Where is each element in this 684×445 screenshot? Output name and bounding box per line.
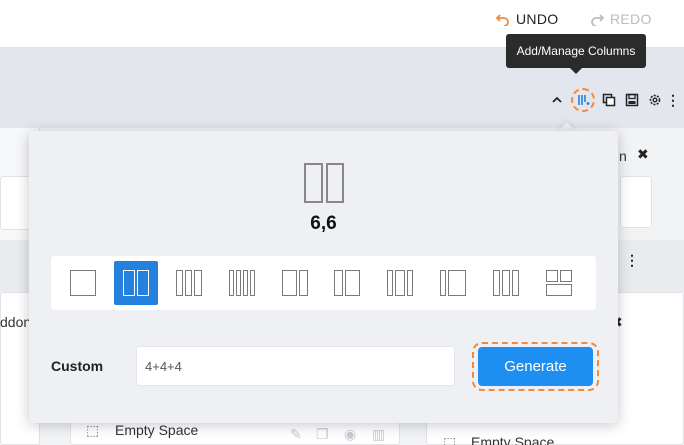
undo-button[interactable]: UNDO [496,11,558,27]
eye-icon[interactable]: ◉ [344,426,356,443]
bg-fragment-text: n [619,148,627,164]
tools-icon[interactable]: ✖ [637,146,649,163]
redo-label: REDO [610,11,652,27]
custom-layout-input[interactable] [136,346,455,386]
layout-options [51,256,596,310]
edit-icon[interactable]: ✎ [290,426,302,443]
empty-space-label: Empty Space [471,434,555,445]
tooltip: Add/Manage Columns [506,34,646,74]
row-toolbar: ⋮ [548,88,680,112]
trash-icon[interactable]: ▥ [372,426,385,443]
layout-option-12[interactable] [61,261,105,305]
gear-icon[interactable] [646,91,664,109]
copy-icon[interactable]: ❐ [316,426,329,443]
bg-card [620,176,652,228]
generate-highlight: Generate [472,342,599,391]
layout-option-6-6[interactable] [113,261,158,305]
layout-option-4-4-4[interactable] [167,261,211,305]
layout-preview-label: 6,6 [310,213,337,234]
layout-option-4-8[interactable] [325,261,369,305]
redo-button[interactable]: REDO [590,11,652,27]
undo-icon [496,14,509,26]
bg-addon-text: ddon [0,314,32,330]
empty-space-icon: ⬚ [443,434,457,445]
layout-option-3-6-3[interactable] [378,261,422,305]
column-layout-popup: 6,6 Custom 4+4+4 Generate [29,131,618,423]
save-icon[interactable] [623,91,641,109]
layout-option-4-4-4-b[interactable] [484,261,528,305]
layout-preview-icon [304,163,344,203]
layout-option-grid[interactable] [537,261,581,305]
more-icon[interactable]: ⋮ [666,91,680,109]
more-icon[interactable]: ⋮ [625,252,639,269]
empty-space-label: Empty Space [115,422,199,438]
generate-button[interactable]: Generate [478,347,593,386]
empty-space-icon: ⬚ [86,422,100,438]
layout-option-2-10[interactable] [431,261,475,305]
copy-icon[interactable] [600,91,618,109]
layout-option-3-3-3-3[interactable] [220,261,264,305]
redo-icon [591,14,604,26]
layout-option-8-4[interactable] [273,261,317,305]
undo-label: UNDO [516,11,559,27]
chevron-up-icon[interactable] [548,91,566,109]
columns-icon[interactable] [571,88,595,112]
custom-label: Custom [51,358,104,374]
